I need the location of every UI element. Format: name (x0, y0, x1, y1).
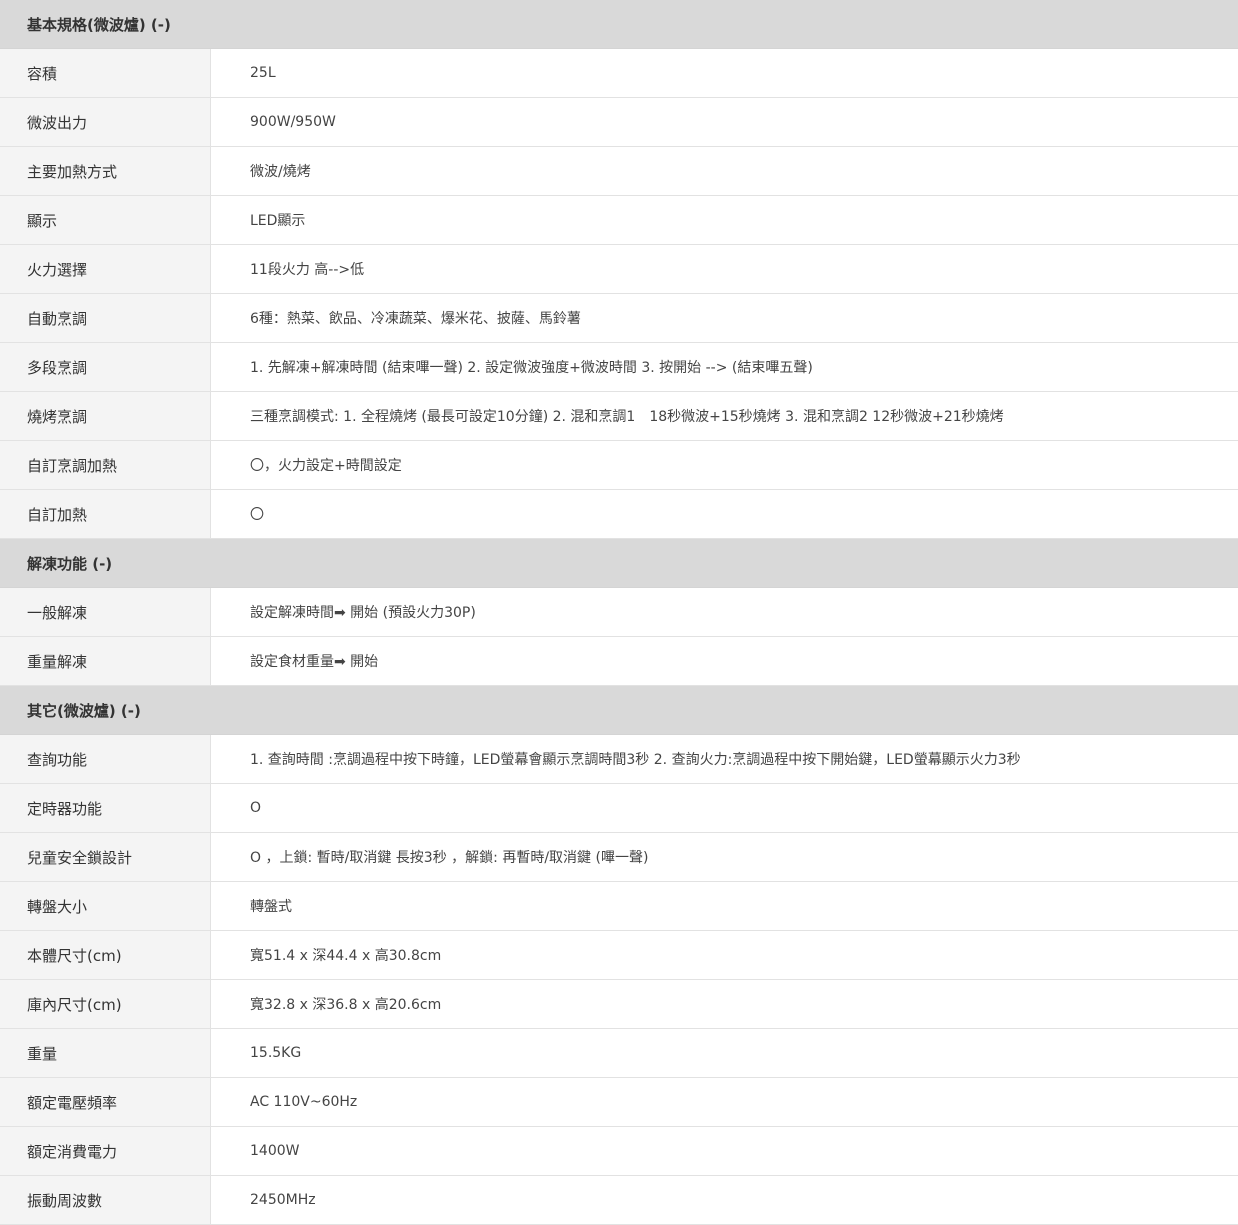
spec-label: 自訂加熱 (0, 490, 211, 538)
spec-table: 基本規格(微波爐) (-) 容積 25L 微波出力 900W/950W 主要加熱方式 微波/… (0, 0, 1238, 1225)
spec-label: 多段烹調 (0, 343, 211, 391)
spec-row: 多段烹調 1. 先解凍+解凍時間 (結束嗶一聲) 2. 設定微波強度+微波時間 3… (0, 343, 1238, 392)
spec-row: 本體尺寸(cm) 寬51.4 x 深44.4 x 高30.8cm (0, 931, 1238, 980)
spec-label: 重量 (0, 1029, 211, 1077)
spec-label: 容積 (0, 49, 211, 97)
spec-row: 定時器功能 O (0, 784, 1238, 833)
spec-row: 庫內尺寸(cm) 寬32.8 x 深36.8 x 高20.6cm (0, 980, 1238, 1029)
spec-value: LED顯示 (250, 213, 306, 229)
spec-row: 重量 15.5KG (0, 1029, 1238, 1078)
spec-value: O (250, 800, 262, 816)
spec-label: 兒童安全鎖設計 (0, 833, 211, 881)
spec-row: 顯示 LED顯示 (0, 196, 1238, 245)
spec-value: 15.5KG (250, 1045, 302, 1061)
spec-value: AC 110V~60Hz (250, 1094, 358, 1110)
spec-value: 〇 (250, 507, 264, 523)
spec-label: 自訂烹調加熱 (0, 441, 211, 489)
section-header[interactable]: 其它(微波爐) (-) (0, 686, 1238, 735)
spec-label: 轉盤大小 (0, 882, 211, 930)
spec-value: 900W/950W (250, 114, 336, 130)
spec-value: 1. 先解凍+解凍時間 (結束嗶一聲) 2. 設定微波強度+微波時間 3. 按開… (250, 360, 813, 376)
spec-value: 設定解凍時間➡ 開始 (預設火力30P) (250, 605, 476, 621)
spec-label: 額定電壓頻率 (0, 1078, 211, 1126)
spec-label: 顯示 (0, 196, 211, 244)
spec-row: 一般解凍 設定解凍時間➡ 開始 (預設火力30P) (0, 588, 1238, 637)
spec-value: O ，上鎖: 暫時/取消鍵 長按3秒 ，解鎖: 再暫時/取消鍵 (嗶一聲) (250, 850, 649, 866)
spec-label: 本體尺寸(cm) (0, 931, 211, 979)
section-header[interactable]: 解凍功能 (-) (0, 539, 1238, 588)
spec-row: 振動周波數 2450MHz (0, 1176, 1238, 1225)
spec-row: 自訂加熱 〇 (0, 490, 1238, 539)
spec-label: 定時器功能 (0, 784, 211, 832)
spec-label: 一般解凍 (0, 588, 211, 636)
spec-row: 主要加熱方式 微波/燒烤 (0, 147, 1238, 196)
spec-value: 6種：熱菜、飲品、冷凍蔬菜、爆米花、披薩、馬鈴薯 (250, 311, 581, 327)
spec-label: 查詢功能 (0, 735, 211, 783)
section-title: 其它(微波爐) (-) (27, 701, 141, 720)
spec-value: 11段火力 高-->低 (250, 262, 365, 278)
spec-value: 設定食材重量➡ 開始 (250, 654, 379, 670)
spec-row: 額定電壓頻率 AC 110V~60Hz (0, 1078, 1238, 1127)
spec-value: 三種烹調模式: 1. 全程燒烤 (最長可設定10分鐘) 2. 混和烹調1 18秒… (250, 409, 1004, 425)
spec-row: 容積 25L (0, 49, 1238, 98)
spec-value: 微波/燒烤 (250, 164, 311, 180)
spec-label: 微波出力 (0, 98, 211, 146)
spec-value: 25L (250, 65, 276, 81)
spec-label: 火力選擇 (0, 245, 211, 293)
spec-label: 額定消費電力 (0, 1127, 211, 1175)
spec-row: 自訂烹調加熱 〇，火力設定+時間設定 (0, 441, 1238, 490)
spec-label: 自動烹調 (0, 294, 211, 342)
spec-label: 振動周波數 (0, 1176, 211, 1224)
spec-value: 1400W (250, 1143, 300, 1159)
spec-value: 2450MHz (250, 1192, 316, 1208)
spec-row: 額定消費電力 1400W (0, 1127, 1238, 1176)
spec-row: 微波出力 900W/950W (0, 98, 1238, 147)
section-title: 基本規格(微波爐) (-) (27, 15, 171, 34)
spec-row: 自動烹調 6種：熱菜、飲品、冷凍蔬菜、爆米花、披薩、馬鈴薯 (0, 294, 1238, 343)
spec-row: 兒童安全鎖設計 O ，上鎖: 暫時/取消鍵 長按3秒 ，解鎖: 再暫時/取消鍵 (… (0, 833, 1238, 882)
spec-row: 燒烤烹調 三種烹調模式: 1. 全程燒烤 (最長可設定10分鐘) 2. 混和烹調1… (0, 392, 1238, 441)
section-header[interactable]: 基本規格(微波爐) (-) (0, 0, 1238, 49)
spec-value: 〇，火力設定+時間設定 (250, 458, 402, 474)
section-title: 解凍功能 (-) (27, 554, 113, 573)
spec-value: 1. 查詢時間 :烹調過程中按下時鐘，LED螢幕會顯示烹調時間3秒 2. 查詢火… (250, 752, 1021, 768)
spec-label: 燒烤烹調 (0, 392, 211, 440)
spec-row: 查詢功能 1. 查詢時間 :烹調過程中按下時鐘，LED螢幕會顯示烹調時間3秒 2.… (0, 735, 1238, 784)
spec-value: 轉盤式 (250, 899, 292, 915)
spec-label: 庫內尺寸(cm) (0, 980, 211, 1028)
spec-value: 寬51.4 x 深44.4 x 高30.8cm (250, 948, 442, 964)
spec-label: 重量解凍 (0, 637, 211, 685)
spec-row: 重量解凍 設定食材重量➡ 開始 (0, 637, 1238, 686)
spec-label: 主要加熱方式 (0, 147, 211, 195)
spec-row: 轉盤大小 轉盤式 (0, 882, 1238, 931)
spec-row: 火力選擇 11段火力 高-->低 (0, 245, 1238, 294)
spec-value: 寬32.8 x 深36.8 x 高20.6cm (250, 997, 442, 1013)
